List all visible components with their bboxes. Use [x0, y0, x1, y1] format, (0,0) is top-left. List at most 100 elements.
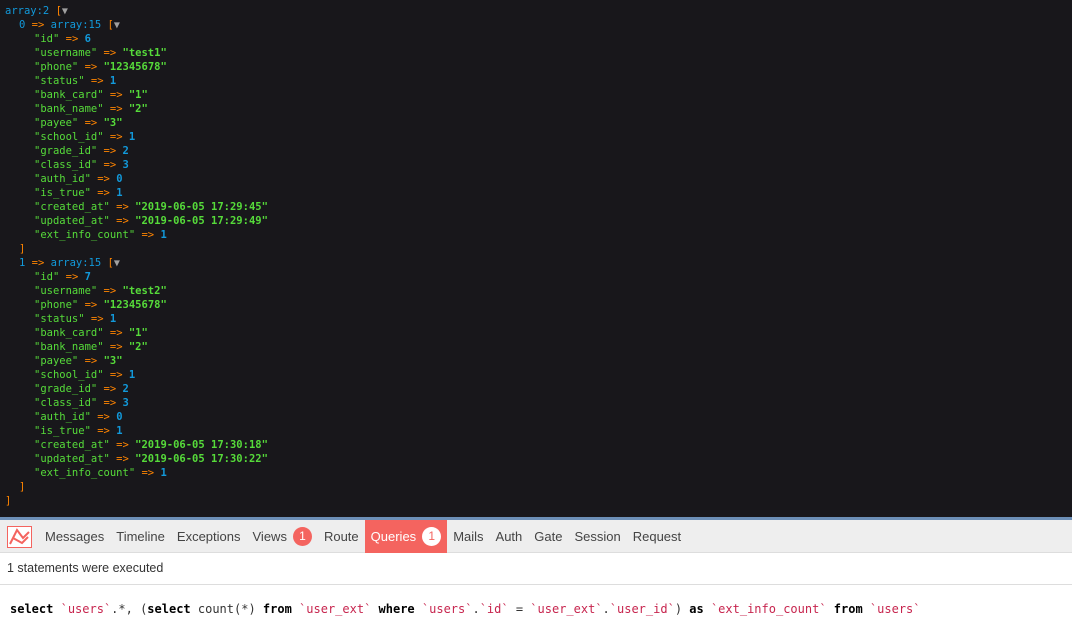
dump-arrow: =>	[97, 47, 123, 59]
sql-text: count(*)	[190, 602, 263, 616]
collapse-toggle-icon[interactable]: ▼	[62, 6, 68, 17]
dump-key: "bank_card"	[34, 89, 104, 101]
tab-queries[interactable]: Queries 1	[364, 520, 448, 553]
dump-key: "bank_card"	[34, 327, 104, 339]
dump-string-value: "2"	[128, 341, 148, 353]
dump-key: "class_id"	[34, 397, 98, 409]
dump-field: "grade_id" => 2	[34, 382, 129, 396]
dump-bracket: [	[101, 19, 114, 31]
dump-field: "payee" => "3"	[34, 354, 123, 368]
tab-messages[interactable]: Messages	[39, 520, 110, 553]
sql-identifier: `user_ext`	[530, 602, 603, 616]
dump-arrow: =>	[78, 117, 104, 129]
dump-string-value: "2019-06-05 17:29:45"	[135, 201, 268, 213]
dump-arrow: =>	[103, 103, 129, 115]
tab-request[interactable]: Request	[627, 520, 687, 553]
dump-field: "id" => 7	[34, 270, 91, 284]
dump-field: "bank_name" => "2"	[34, 102, 148, 116]
sql-identifier: `users`	[60, 602, 112, 616]
dump-arrow: =>	[103, 89, 129, 101]
tab-label: Messages	[45, 529, 105, 544]
sql-identifier: `user_ext`	[299, 602, 372, 616]
dump-root-close: ]	[5, 494, 11, 508]
sql-keyword: from	[262, 602, 292, 616]
dump-number-value: 1	[109, 75, 117, 87]
tab-label: Queries	[370, 529, 417, 544]
dump-arrow: =>	[109, 201, 136, 213]
dump-item-close: ]	[19, 480, 25, 494]
dump-key: "username"	[34, 285, 98, 297]
dump-arrow: =>	[90, 411, 117, 423]
sql-identifier: `id`	[479, 602, 509, 616]
tab-label: Route	[323, 529, 359, 544]
dump-field: "auth_id" => 0	[34, 172, 123, 186]
dump-arrow: =>	[25, 257, 51, 269]
tab-label: Request	[632, 529, 682, 544]
dump-arrow: =>	[84, 313, 110, 325]
dump-number-value: 1	[160, 229, 167, 241]
dump-number-value: 1	[109, 313, 117, 325]
tab-mails[interactable]: Mails	[447, 520, 489, 553]
dump-number-value: 1	[116, 425, 123, 437]
dump-key: "grade_id"	[34, 145, 98, 157]
dump-key: "auth_id"	[34, 173, 91, 185]
dump-field: "school_id" => 1	[34, 130, 135, 144]
dump-key: "auth_id"	[34, 411, 91, 423]
collapse-toggle-icon[interactable]: ▼	[114, 258, 120, 269]
dump-arrow: =>	[103, 369, 129, 381]
dump-field: "ext_info_count" => 1	[34, 228, 167, 242]
dump-field: "phone" => "12345678"	[34, 298, 167, 312]
tab-label: Mails	[453, 529, 484, 544]
dump-arrow: =>	[109, 453, 136, 465]
tab-route[interactable]: Route	[318, 520, 365, 553]
dump-type-label: array:15	[50, 19, 102, 31]
dump-type-label: array:15	[50, 257, 102, 269]
tab-label: Views	[252, 529, 287, 544]
dump-field: "created_at" => "2019-06-05 17:30:18"	[34, 438, 268, 452]
dump-number-value: 0	[116, 411, 123, 423]
dump-field: "bank_name" => "2"	[34, 340, 148, 354]
laravel-logo-icon[interactable]	[7, 526, 32, 548]
sql-keyword: select	[147, 602, 191, 616]
dump-arrow: =>	[109, 439, 136, 451]
dump-field: "bank_card" => "1"	[34, 326, 148, 340]
dump-field: "status" => 1	[34, 312, 116, 326]
tab-exceptions[interactable]: Exceptions	[171, 520, 247, 553]
dump-bracket: ]	[19, 243, 26, 255]
tab-gate[interactable]: Gate	[528, 520, 568, 553]
collapse-toggle-icon[interactable]: ▼	[114, 20, 120, 31]
dump-arrow: =>	[103, 341, 129, 353]
dump-key: "school_id"	[34, 369, 104, 381]
dump-key: "created_at"	[34, 201, 110, 213]
dump-field: "class_id" => 3	[34, 158, 129, 172]
dump-key: "id"	[34, 271, 60, 283]
dump-field: "created_at" => "2019-06-05 17:29:45"	[34, 200, 268, 214]
dump-key: "is_true"	[34, 425, 91, 437]
tab-timeline[interactable]: Timeline	[110, 520, 171, 553]
dump-item-close: ]	[19, 242, 25, 256]
sql-text: .*, (	[111, 602, 148, 616]
dump-number-value: 3	[122, 159, 129, 171]
sql-text: )	[674, 602, 690, 616]
sql-statement: select `users`.*, (select count(*) from …	[10, 602, 921, 616]
dump-key: "ext_info_count"	[34, 467, 136, 479]
dump-arrow: =>	[84, 75, 110, 87]
dump-number-value: 1	[160, 467, 167, 479]
dump-key: "ext_info_count"	[34, 229, 136, 241]
dump-type-label: array:2	[5, 5, 50, 17]
dump-bracket: ]	[5, 495, 12, 507]
dump-string-value: "12345678"	[103, 299, 167, 311]
dump-root-line: array:2 [▼	[5, 4, 68, 18]
dump-key: "username"	[34, 47, 98, 59]
dump-key: "payee"	[34, 355, 79, 367]
dump-field: "status" => 1	[34, 74, 116, 88]
dump-bracket: ]	[19, 481, 26, 493]
tab-session[interactable]: Session	[568, 520, 626, 553]
dump-field: "updated_at" => "2019-06-05 17:29:49"	[34, 214, 268, 228]
tab-views[interactable]: Views 1	[247, 520, 318, 553]
tab-auth[interactable]: Auth	[490, 520, 529, 553]
